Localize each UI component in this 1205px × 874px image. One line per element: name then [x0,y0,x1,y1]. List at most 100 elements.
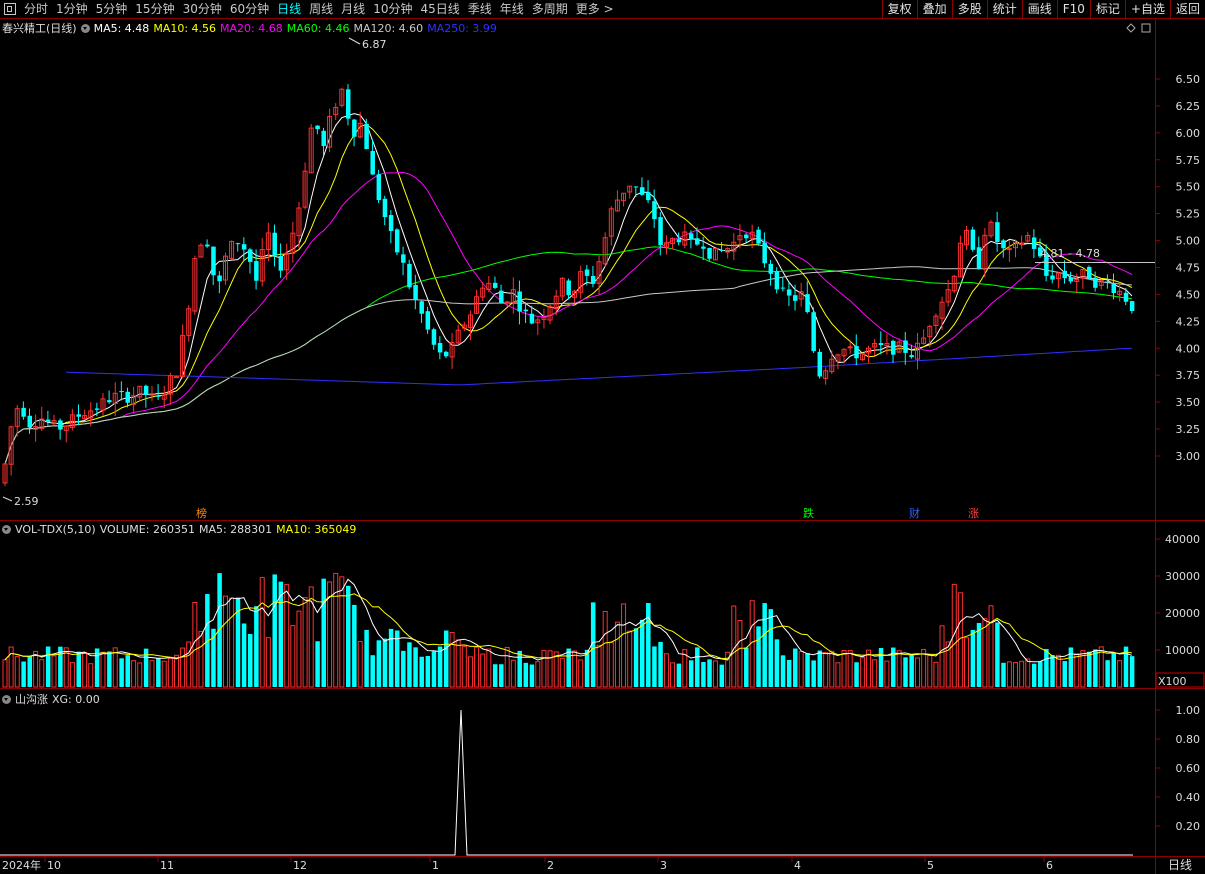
candle-body [119,391,124,393]
marker-zhang: 涨 [968,507,979,520]
volume-bar [388,628,394,687]
candle-body [504,301,510,304]
chart-corner-icons [1126,23,1151,33]
candle-body [633,186,639,188]
volume-bar [823,652,829,688]
volume-y-tick-label: 10000 [1165,644,1200,657]
candle-body [811,312,816,352]
candle-body [364,123,369,150]
candle-body [370,151,375,175]
candle-body [278,255,284,271]
main-y-tick-label: 3.00 [1176,450,1201,463]
marker-bang: 榜 [196,506,207,520]
x-tick-label: 3 [660,859,667,872]
volume-bar [272,574,277,687]
volume-bar [499,664,504,687]
volume-bar [254,606,259,687]
volume-bar [1087,651,1092,687]
volume-bar [535,661,541,688]
volume-bar [780,655,786,687]
volume-bar [180,647,186,688]
diamond-icon [1126,23,1136,33]
volume-y-axis: 40000 30000 20000 10000 [1155,533,1200,657]
volume-bar [1013,662,1019,688]
volume-bar [259,577,265,688]
volume-bar [1031,663,1037,687]
volume-bar [627,630,633,688]
candle-body [407,263,412,288]
volume-bars [2,572,1135,688]
volume-bar [596,644,602,688]
main-y-tick-label: 4.00 [1176,342,1201,355]
candle-body [58,420,63,430]
volume-bar [1006,661,1012,688]
volume-bar [756,626,761,687]
candle-body [590,276,596,284]
volume-bar [339,576,345,688]
volume-bar [712,660,718,688]
candle-body [1093,277,1098,288]
main-y-tick-label: 4.75 [1176,262,1201,275]
volume-bar [529,664,535,687]
candle-body [970,229,976,250]
volume-bar [247,633,253,687]
volume-bar [847,649,853,688]
volume-bar [663,653,669,688]
volume-bar [76,651,81,687]
x-tick-label: 11 [160,859,174,872]
period-button[interactable]: 日线 [1168,858,1192,872]
candle-body [1105,281,1110,283]
x-tick-label: 2 [547,859,554,872]
candle-body [646,192,651,201]
main-y-tick-label: 5.00 [1176,235,1201,248]
candle-body [125,391,130,403]
candle-body [1062,270,1068,279]
volume-bar [27,655,32,687]
indicator-y-tick-label: 0.40 [1176,791,1201,804]
candle-body [676,239,682,243]
candle-body [315,125,320,130]
volume-bar [988,605,994,688]
candle-body [566,280,571,296]
volume-bar [835,662,841,688]
volume-y-tick-label: 40000 [1165,533,1200,546]
volume-bar [964,637,970,688]
volume-bar [33,650,39,688]
volume-bar [517,650,522,687]
candle-body [345,89,351,119]
volume-bar [229,597,235,688]
volume-bar [88,663,94,688]
indicator-line [0,709,1133,856]
candle-body [1068,277,1074,282]
xg-signal-line [0,709,1133,856]
square-icon [1141,23,1151,33]
volume-bar [45,646,51,687]
volume-bar [370,655,375,687]
volume-bar [633,628,639,687]
volume-bar [407,642,412,687]
volume-bar [608,641,614,688]
candle-body [1087,266,1092,280]
volume-bar [921,648,927,688]
candle-body [762,242,767,264]
volume-bar [915,657,921,688]
volume-bar [1044,648,1049,687]
x-tick-label: 1 [432,859,439,872]
range-label: 4.81 - 4.78 [1040,247,1100,260]
volume-bar [69,662,75,688]
volume-bar [492,664,498,687]
volume-bar [443,630,449,687]
volume-bar [449,631,455,688]
volume-bar [744,647,749,687]
candle-body [891,340,896,355]
kline-chart[interactable]: 6.50 6.25 6.00 5.75 5.50 5.25 5.00 4.75 4.50 4.25… [0,0,1205,874]
volume-bar [646,603,651,687]
candle-body [701,246,706,249]
main-y-tick-label: 5.25 [1176,208,1201,221]
volume-bar [872,659,878,688]
volume-bar [352,604,357,687]
volume-bar [951,583,957,688]
volume-bar [161,660,167,688]
main-y-tick-label: 4.50 [1176,288,1201,301]
volume-bar [614,621,620,688]
